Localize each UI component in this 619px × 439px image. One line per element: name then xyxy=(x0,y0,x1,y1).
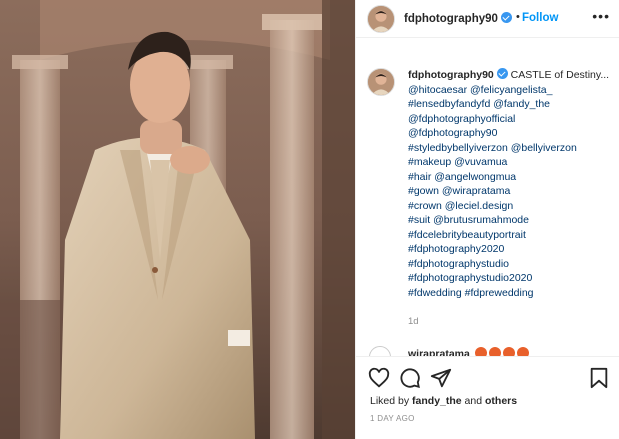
likes-others[interactable]: others xyxy=(485,395,517,407)
caption-tag-line[interactable]: #hair @angelwongmua xyxy=(408,170,613,185)
caption-text: fdphotography90 CASTLE of Destiny... @hi… xyxy=(408,68,613,300)
caption-tag-line[interactable]: #makeup @vuvamua xyxy=(408,155,613,170)
caption-lines: @hitocaesar @felicyangelista_ #lensedbyfa… xyxy=(408,83,613,301)
caption-first-line: CASTLE of Destiny... xyxy=(510,69,610,81)
caption-tag-line[interactable]: @hitocaesar @felicyangelista_ xyxy=(408,83,613,98)
likes-summary: Liked by fandy_the and others xyxy=(370,395,517,407)
caption-avatar[interactable] xyxy=(367,68,395,96)
emoji-icon xyxy=(474,347,487,356)
more-options-icon[interactable]: ••• xyxy=(592,8,610,24)
caption-tag-line[interactable]: #fdphotographystudio2020 xyxy=(408,271,613,286)
post-panel: fdphotography90 • Follow ••• fdphotograp… xyxy=(355,0,619,439)
avatar-image xyxy=(368,6,394,32)
comment-username-text[interactable]: wirapratama xyxy=(408,348,470,356)
emoji-icon xyxy=(516,347,529,356)
bookmark-icon[interactable] xyxy=(588,367,610,389)
profile-avatar[interactable] xyxy=(367,5,395,33)
caption-tag-line[interactable]: @fdphotography90 xyxy=(408,126,613,141)
caption-tag-line[interactable]: #fdwedding #fdprewedding xyxy=(408,286,613,301)
comment-icon[interactable] xyxy=(399,367,421,389)
actions-bar: Liked by fandy_the and others 1 DAY AGO xyxy=(356,356,619,439)
emoji-icon xyxy=(488,347,501,356)
caption-tag-line[interactable]: #fdphotographystudio xyxy=(408,257,613,272)
caption-tag-line[interactable]: #lensedbyfandyfd @fandy_the xyxy=(408,97,613,112)
caption-avatar-image xyxy=(368,69,394,95)
comment-avatar[interactable] xyxy=(369,346,391,356)
caption-tag-line[interactable]: #styledbybellyiverzon @bellyiverzon xyxy=(408,141,613,156)
caption-tag-line[interactable]: #gown @wirapratama xyxy=(408,184,613,199)
post-header: fdphotography90 • Follow ••• xyxy=(356,0,619,38)
likes-suffix: and xyxy=(464,395,483,407)
follow-button[interactable]: Follow xyxy=(522,12,558,24)
caption-tag-line[interactable]: #suit @brutusrumahmode xyxy=(408,213,613,228)
caption-tag-line[interactable]: #fdphotography2020 xyxy=(408,242,613,257)
caption-username[interactable]: fdphotography90 xyxy=(408,69,494,81)
caption-section: fdphotography90 CASTLE of Destiny... @hi… xyxy=(356,38,619,352)
caption-tag-line[interactable]: #crown @leciel.design xyxy=(408,199,613,214)
post-image xyxy=(0,0,355,439)
share-icon[interactable] xyxy=(430,367,452,389)
caption-time[interactable]: 1d xyxy=(408,316,419,327)
likes-prefix: Liked by xyxy=(370,395,410,407)
header-separator: • xyxy=(516,11,520,23)
post-date[interactable]: 1 DAY AGO xyxy=(370,414,415,423)
header-username[interactable]: fdphotography90 xyxy=(404,12,512,25)
likes-user[interactable]: fandy_the xyxy=(412,395,462,407)
comment-row: wirapratama xyxy=(356,342,619,356)
caption-tag-line[interactable]: @fdphotographyofficial xyxy=(408,112,613,127)
caption-tag-line[interactable]: #fdcelebritybeautyportrait xyxy=(408,228,613,243)
emoji-icon xyxy=(502,347,515,356)
post-photo[interactable] xyxy=(0,0,355,439)
verified-badge-icon xyxy=(500,12,512,23)
heart-icon[interactable] xyxy=(368,367,390,389)
caption-verified-icon xyxy=(496,68,508,79)
header-username-text[interactable]: fdphotography90 xyxy=(404,13,498,25)
comment-username[interactable]: wirapratama xyxy=(408,347,529,356)
